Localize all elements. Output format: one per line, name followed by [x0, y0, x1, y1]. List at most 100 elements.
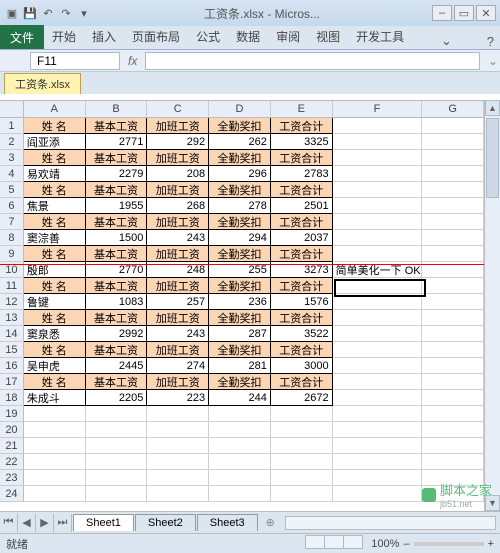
cell[interactable]: 287	[209, 326, 271, 342]
cell[interactable]	[271, 422, 333, 438]
sheet-tab-3[interactable]: Sheet3	[197, 514, 258, 531]
cell[interactable]: 257	[147, 294, 209, 310]
cell[interactable]: 1083	[86, 294, 148, 310]
cell[interactable]: 1576	[271, 294, 333, 310]
cell[interactable]: 全勤奖扣	[209, 342, 271, 358]
cell[interactable]: 281	[209, 358, 271, 374]
cell[interactable]	[422, 486, 484, 502]
redo-icon[interactable]: ↷	[58, 5, 74, 21]
cell[interactable]	[422, 294, 484, 310]
cell[interactable]: 2445	[86, 358, 148, 374]
tab-pagelayout[interactable]: 页面布局	[124, 24, 188, 49]
cell[interactable]	[209, 454, 271, 470]
cell[interactable]: 262	[209, 134, 271, 150]
file-tab[interactable]: 文件	[0, 25, 44, 49]
cell[interactable]: 基本工资	[86, 374, 148, 390]
cell[interactable]: 294	[209, 230, 271, 246]
cell[interactable]	[24, 406, 86, 422]
close-button[interactable]: ✕	[476, 5, 496, 21]
col-header-g[interactable]: G	[422, 101, 484, 117]
cell[interactable]: 朱成斗	[24, 390, 86, 406]
cell[interactable]: 姓 名	[24, 246, 86, 262]
cell[interactable]	[333, 198, 423, 214]
cell[interactable]: 2279	[86, 166, 148, 182]
cell[interactable]	[24, 438, 86, 454]
tab-view[interactable]: 视图	[308, 24, 348, 49]
cell[interactable]: 208	[147, 166, 209, 182]
cell[interactable]: 基本工资	[86, 214, 148, 230]
cell[interactable]	[333, 310, 423, 326]
cell[interactable]: 全勤奖扣	[209, 118, 271, 134]
cell[interactable]: 2770	[86, 262, 148, 278]
cell[interactable]	[333, 486, 423, 502]
cell[interactable]: 292	[147, 134, 209, 150]
qat-more-icon[interactable]: ▾	[76, 5, 92, 21]
cell[interactable]: 工资合计	[271, 278, 333, 294]
cell[interactable]: 阎亚添	[24, 134, 86, 150]
cell[interactable]	[271, 470, 333, 486]
col-header-e[interactable]: E	[271, 101, 333, 117]
cell[interactable]: 姓 名	[24, 278, 86, 294]
cell[interactable]: 268	[147, 198, 209, 214]
ribbon-collapse-icon[interactable]: ⌄	[435, 33, 458, 49]
tab-data[interactable]: 数据	[228, 24, 268, 49]
cell[interactable]: 2037	[271, 230, 333, 246]
cell[interactable]: 工资合计	[271, 118, 333, 134]
cell[interactable]: 2672	[271, 390, 333, 406]
row-header[interactable]: 13	[0, 310, 24, 326]
row-header[interactable]: 4	[0, 166, 24, 182]
maximize-button[interactable]: ▭	[454, 5, 474, 21]
cell[interactable]	[271, 454, 333, 470]
row-header[interactable]: 9	[0, 246, 24, 262]
cell[interactable]	[333, 454, 423, 470]
cell[interactable]: 基本工资	[86, 182, 148, 198]
cell[interactable]	[422, 134, 484, 150]
cell[interactable]	[86, 486, 148, 502]
row-header[interactable]: 24	[0, 486, 24, 502]
cell[interactable]	[422, 390, 484, 406]
row-header[interactable]: 5	[0, 182, 24, 198]
cell[interactable]: 基本工资	[86, 310, 148, 326]
cell[interactable]: 加班工资	[147, 118, 209, 134]
cell[interactable]	[86, 422, 148, 438]
cell[interactable]: 全勤奖扣	[209, 182, 271, 198]
view-buttons[interactable]	[306, 535, 363, 552]
cell[interactable]: 加班工资	[147, 342, 209, 358]
row-header[interactable]: 21	[0, 438, 24, 454]
cell[interactable]: 255	[209, 262, 271, 278]
cell[interactable]	[333, 358, 423, 374]
cell[interactable]: 基本工资	[86, 150, 148, 166]
row-header[interactable]: 16	[0, 358, 24, 374]
cell[interactable]: 简单美化一下 OK	[333, 262, 423, 278]
cell[interactable]: 姓 名	[24, 182, 86, 198]
cell[interactable]	[333, 230, 423, 246]
cell[interactable]: 223	[147, 390, 209, 406]
cell[interactable]	[333, 390, 423, 406]
col-header-c[interactable]: C	[147, 101, 209, 117]
undo-icon[interactable]: ↶	[40, 5, 56, 21]
cell[interactable]: 姓 名	[24, 310, 86, 326]
name-box[interactable]: F11	[30, 52, 120, 70]
cell[interactable]	[422, 230, 484, 246]
cell[interactable]: 姓 名	[24, 374, 86, 390]
zoom-out-icon[interactable]: –	[403, 538, 409, 550]
cell[interactable]	[333, 294, 423, 310]
cell[interactable]	[209, 470, 271, 486]
cell[interactable]: 全勤奖扣	[209, 374, 271, 390]
cell[interactable]	[147, 438, 209, 454]
sheet-nav-prev-icon[interactable]: ◀	[18, 514, 36, 532]
cell[interactable]	[333, 214, 423, 230]
cell[interactable]	[422, 246, 484, 262]
cell[interactable]: 296	[209, 166, 271, 182]
row-header[interactable]: 12	[0, 294, 24, 310]
cell[interactable]: 加班工资	[147, 278, 209, 294]
cell[interactable]: 加班工资	[147, 310, 209, 326]
cell[interactable]: 248	[147, 262, 209, 278]
cell[interactable]	[422, 470, 484, 486]
cell[interactable]: 工资合计	[271, 150, 333, 166]
cell[interactable]	[86, 438, 148, 454]
tab-developer[interactable]: 开发工具	[348, 24, 412, 49]
sheet-tab-2[interactable]: Sheet2	[135, 514, 196, 531]
cell[interactable]	[422, 278, 484, 294]
zoom-control[interactable]: 100% – +	[371, 538, 494, 550]
